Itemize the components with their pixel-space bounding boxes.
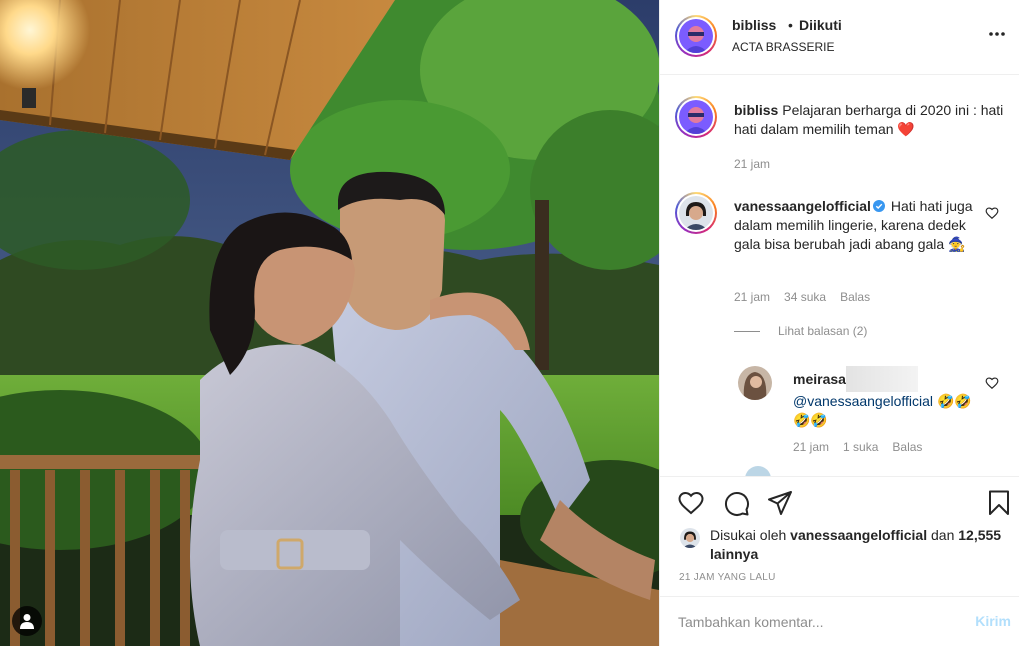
- like-comment-heart-icon[interactable]: [985, 206, 999, 220]
- avatar-image: [738, 366, 772, 400]
- likes-and: dan: [931, 527, 955, 543]
- location-link[interactable]: ACTA BRASSERIE: [732, 40, 834, 54]
- redacted-block: [845, 366, 918, 392]
- more-dots-icon: [989, 32, 1005, 36]
- caption-meta: 21 jam: [734, 157, 784, 171]
- author-username[interactable]: bibliss: [732, 17, 776, 33]
- post-photo[interactable]: [0, 0, 659, 646]
- save-bookmark-icon[interactable]: [985, 489, 1013, 517]
- reply-meta: 21 jam 1 suka Balas: [793, 440, 936, 454]
- comment-meta: 21 jam 34 suka Balas: [734, 290, 884, 304]
- like-reply-heart-icon[interactable]: [985, 376, 999, 390]
- like-heart-icon[interactable]: [677, 489, 705, 517]
- post-header: bibliss • Diikuti ACTA BRASSERIE: [660, 0, 1019, 75]
- wizard-emoji: 🧙: [948, 236, 966, 252]
- likes-user-link[interactable]: vanessaangelofficial: [790, 527, 927, 543]
- liker-avatar[interactable]: [680, 528, 700, 548]
- reply-reply-button[interactable]: Balas: [892, 440, 922, 454]
- caption-username[interactable]: bibliss: [734, 102, 778, 118]
- comment-likes[interactable]: 34 suka: [784, 290, 826, 304]
- following-button[interactable]: Diikuti: [799, 17, 842, 33]
- comment-username[interactable]: vanessaangelofficial: [734, 198, 871, 214]
- comment-reply-button[interactable]: Balas: [840, 290, 870, 304]
- likes-summary: Disukai oleh vanessaangelofficial dan 12…: [710, 526, 1010, 564]
- heart-emoji: ❤️: [897, 121, 915, 137]
- author-avatar[interactable]: [675, 15, 717, 57]
- reply-mention-link[interactable]: @vanessaangelofficial: [793, 393, 933, 409]
- likes-prefix: Disukai oleh: [710, 527, 787, 543]
- reply-time[interactable]: 21 jam: [793, 440, 829, 454]
- avatar-image: [679, 196, 713, 230]
- post-comment-button[interactable]: Kirim: [975, 613, 1011, 629]
- more-options-button[interactable]: [985, 22, 1009, 46]
- avatar-image: [679, 100, 713, 134]
- reply-author-avatar[interactable]: [738, 366, 772, 400]
- next-reply-avatar[interactable]: [745, 466, 771, 476]
- avatar-image: [679, 19, 713, 53]
- add-comment-bar: Kirim: [660, 596, 1019, 646]
- comment-bubble-icon[interactable]: [722, 489, 750, 517]
- comments-list[interactable]: bibliss Pelajaran berharga di 2020 ini :…: [660, 76, 1019, 476]
- post-timestamp[interactable]: 21 JAM YANG LALU: [679, 572, 776, 583]
- verified-badge-icon: [872, 200, 885, 212]
- avatar-image: [680, 528, 700, 548]
- caption-author-avatar[interactable]: [675, 96, 717, 138]
- post-actions: Disukai oleh vanessaangelofficial dan 12…: [660, 476, 1019, 596]
- tagged-users-button[interactable]: [12, 606, 42, 636]
- comment-time[interactable]: 21 jam: [734, 290, 770, 304]
- reply-text: meirasa @vanessaangelofficial 🤣🤣🤣🤣: [793, 366, 978, 430]
- share-paper-plane-icon[interactable]: [766, 489, 794, 517]
- instagram-post-modal: bibliss • Diikuti ACTA BRASSERIE bibliss…: [0, 0, 1019, 646]
- comment-text: vanessaangelofficial Hati hati juga dala…: [734, 197, 979, 254]
- separator-dot: •: [788, 17, 793, 33]
- post-side-panel: bibliss • Diikuti ACTA BRASSERIE bibliss…: [659, 0, 1019, 646]
- commenter-avatar[interactable]: [675, 192, 717, 234]
- caption-text: bibliss Pelajaran berharga di 2020 ini :…: [734, 101, 1004, 139]
- caption-time[interactable]: 21 jam: [734, 157, 770, 171]
- replies-divider: [734, 331, 760, 332]
- person-icon: [20, 614, 34, 629]
- reply-username[interactable]: meirasa: [793, 371, 846, 387]
- reply-likes[interactable]: 1 suka: [843, 440, 878, 454]
- view-replies-button[interactable]: Lihat balasan (2): [778, 324, 867, 338]
- comment-input[interactable]: [678, 611, 938, 633]
- post-photo-illustration: [0, 0, 659, 646]
